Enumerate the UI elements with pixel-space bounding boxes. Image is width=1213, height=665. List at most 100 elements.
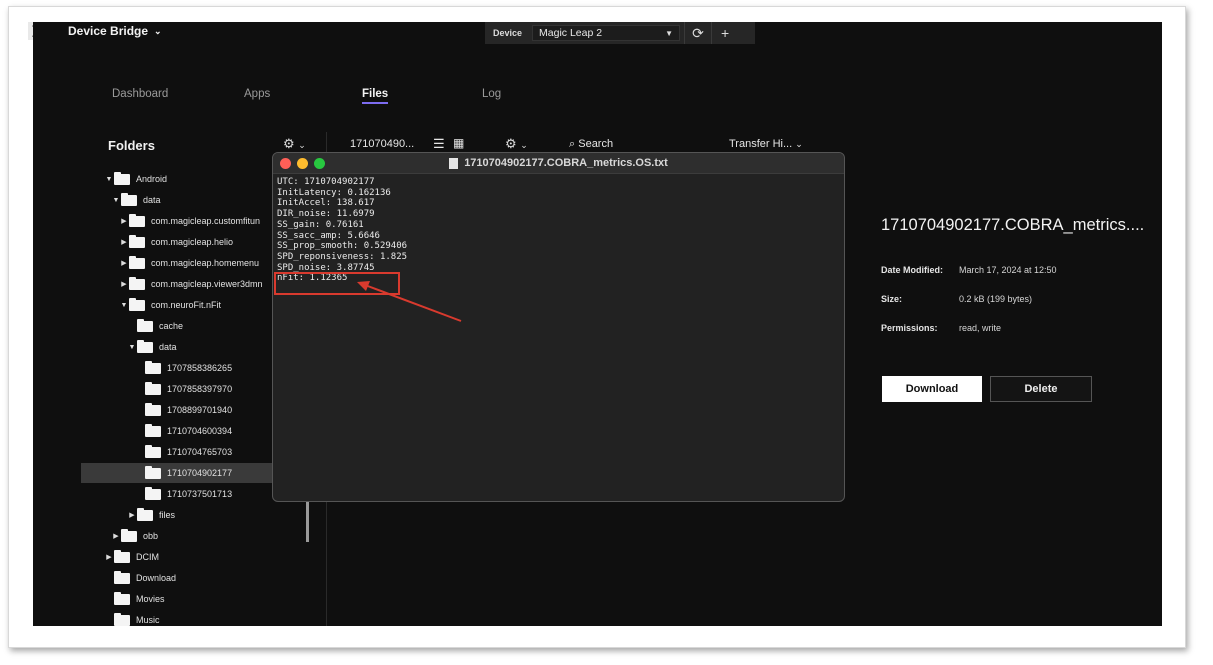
annotation-arrow-icon [357, 281, 462, 322]
grid-view-icon[interactable]: ▦ [453, 136, 464, 150]
folder-icon [129, 213, 145, 227]
tab-log[interactable]: Log [482, 88, 501, 100]
close-window-icon[interactable] [280, 158, 291, 169]
folder-icon [145, 465, 161, 479]
collapse-arrow-icon[interactable]: ▶ [119, 259, 129, 267]
folder-label: files [159, 510, 176, 520]
add-device-icon[interactable]: + [711, 22, 738, 44]
folder-icon [129, 297, 145, 311]
folder-icon [121, 528, 137, 542]
tree-row-obb[interactable]: ▶ obb [33, 526, 349, 546]
collapse-arrow-icon[interactable]: ▶ [119, 238, 129, 246]
expand-arrow-icon[interactable]: ▼ [127, 344, 137, 351]
device-select-value: Magic Leap 2 [539, 27, 603, 39]
folder-label: Android [136, 174, 168, 184]
file-path: 171070490... [350, 138, 415, 150]
folder-label: 1708899701940 [167, 405, 233, 415]
collapse-arrow-icon[interactable]: ▶ [111, 532, 121, 540]
folder-label: 1707858397970 [167, 384, 233, 394]
folder-label: com.magicleap.homemenu [151, 258, 260, 268]
expand-arrow-icon[interactable]: ▼ [104, 176, 114, 183]
device-bridge-app: Device Bridge ⌄ Device Magic Leap 2 ▼ ⟳ … [33, 22, 1162, 626]
folder-label: 1710737501713 [167, 489, 233, 499]
text-line: SS_sacc_amp: 5.6646 [277, 230, 380, 241]
search-label: Search [578, 138, 614, 150]
collapse-arrow-icon[interactable]: ▶ [119, 217, 129, 225]
folders-scrollbar[interactable] [306, 502, 309, 542]
folder-label: Movies [136, 594, 165, 604]
tree-row-dcim[interactable]: ▶ DCIM [33, 547, 342, 567]
folder-icon [121, 192, 137, 206]
size-label: Size: [881, 294, 903, 304]
device-select[interactable]: Magic Leap 2 ▼ [532, 25, 681, 41]
collapse-arrow-icon[interactable]: ▶ [127, 511, 137, 519]
file-details-title: 1710704902177.COBRA_metrics.... [881, 216, 1145, 234]
folder-icon [114, 171, 130, 185]
tab-dashboard[interactable]: Dashboard [112, 88, 168, 100]
folder-label: Download [136, 573, 177, 583]
file-settings-icon[interactable]: ⚙ ⌄ [505, 136, 528, 152]
folder-icon [114, 612, 130, 626]
folder-icon [114, 570, 130, 584]
text-line: SS_gain: 0.76161 [277, 219, 364, 230]
tree-row-music[interactable]: Music [33, 610, 342, 626]
folder-label: Music [136, 615, 160, 625]
device-label: Device [493, 28, 523, 38]
chevron-down-icon: ⌄ [795, 139, 803, 149]
search-button[interactable]: ⌕ Search [569, 138, 613, 151]
minimize-window-icon[interactable] [297, 158, 308, 169]
folder-label: 1710704600394 [167, 426, 233, 436]
folder-icon [145, 360, 161, 374]
text-line: UTC: 1710704902177 [277, 177, 375, 187]
date-modified-value: March 17, 2024 at 12:50 [959, 265, 1057, 275]
main-tabs: Dashboard Apps Files Log [33, 88, 1162, 108]
folder-icon [145, 423, 161, 437]
expand-arrow-icon[interactable]: ▼ [119, 302, 129, 309]
tab-files[interactable]: Files [362, 88, 389, 104]
zoom-window-icon[interactable] [314, 158, 325, 169]
folder-icon [129, 234, 145, 248]
folder-label: obb [143, 531, 159, 541]
collapse-arrow-icon[interactable]: ▶ [104, 553, 114, 561]
permissions-value: read, write [959, 323, 1002, 333]
chevron-down-icon: ⌄ [154, 25, 162, 36]
window-titlebar[interactable]: 1710704902177.COBRA_metrics.OS.txt [273, 153, 844, 174]
tree-row-files[interactable]: ▶ files [33, 505, 365, 525]
transfer-label: Transfer Hi... [729, 138, 793, 150]
collapse-arrow-icon[interactable]: ▶ [119, 280, 129, 288]
text-line: InitAccel: 138.617 [277, 198, 375, 209]
text-viewer-window: 1710704902177.COBRA_metrics.OS.txt UTC: … [272, 152, 845, 502]
folder-icon [137, 507, 153, 521]
app-name: Device Bridge [68, 24, 149, 38]
text-line: SPD_reponsiveness: 1.825 [277, 251, 408, 262]
folder-label: cache [159, 321, 184, 331]
folder-label: com.neuroFit.nFit [151, 300, 222, 310]
expand-arrow-icon[interactable]: ▼ [111, 197, 121, 204]
tree-row-download[interactable]: Download [33, 568, 342, 588]
list-view-icon[interactable]: ☰ [433, 136, 445, 152]
folder-icon [114, 591, 130, 605]
folder-label: com.magicleap.helio [151, 237, 234, 247]
tree-row-movies[interactable]: Movies [33, 589, 342, 609]
folder-icon [137, 318, 153, 332]
folder-label: 1707858386265 [167, 363, 233, 373]
folder-icon [145, 381, 161, 395]
text-line: InitLatency: 0.162136 [277, 187, 391, 198]
tab-apps[interactable]: Apps [244, 88, 270, 100]
folder-icon [129, 276, 145, 290]
text-line: SS_prop_smooth: 0.529406 [277, 241, 408, 252]
date-modified-label: Date Modified: [881, 265, 943, 275]
folders-title: Folders [108, 138, 155, 153]
folder-icon [145, 444, 161, 458]
text-line: DIR_noise: 11.6979 [277, 209, 375, 220]
download-button[interactable]: Download [882, 376, 982, 402]
transfer-history-button[interactable]: Transfer Hi... ⌄ [729, 138, 803, 150]
permissions-label: Permissions: [881, 323, 938, 333]
refresh-icon[interactable]: ⟳ [684, 22, 711, 44]
delete-button[interactable]: Delete [990, 376, 1092, 402]
folders-settings-icon[interactable]: ⚙ ⌄ [283, 136, 306, 152]
text-content[interactable]: UTC: 1710704902177 InitLatency: 0.162136… [273, 174, 844, 287]
document-icon [449, 157, 459, 169]
app-switcher[interactable]: Device Bridge ⌄ [68, 22, 162, 40]
window-title: 1710704902177.COBRA_metrics.OS.txt [464, 157, 668, 169]
